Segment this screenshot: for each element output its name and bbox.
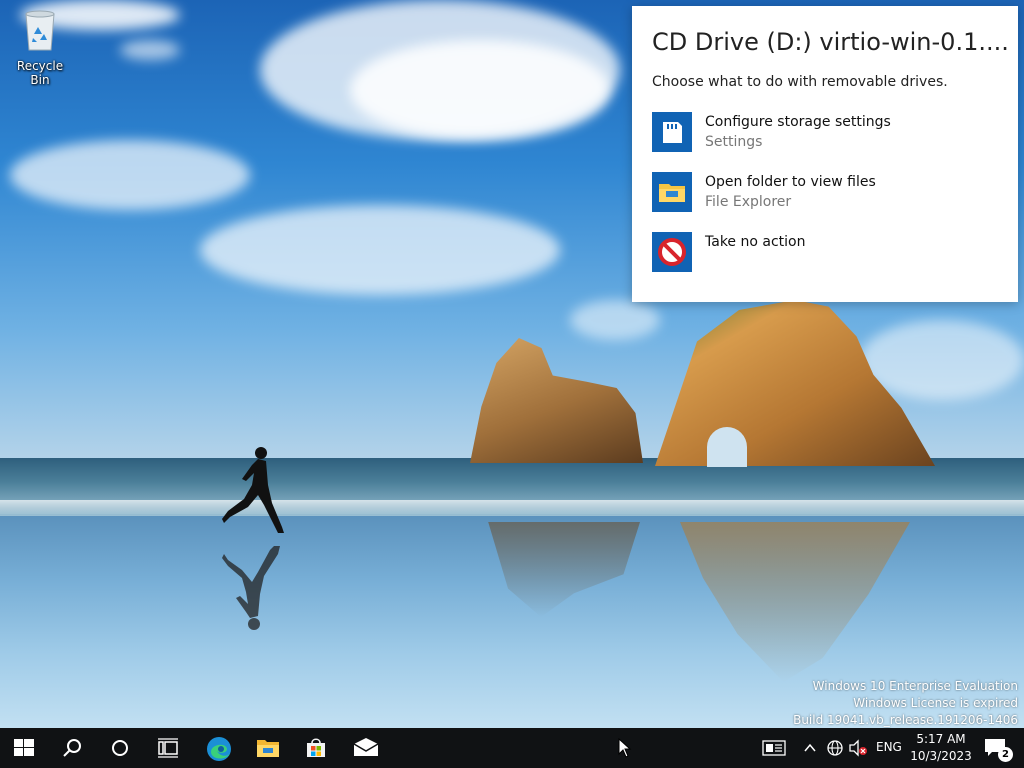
option-label: Take no action (705, 234, 806, 250)
rock-arch (707, 427, 747, 467)
no-action-icon (652, 232, 692, 272)
task-view-button[interactable] (144, 728, 192, 768)
sd-card-icon (652, 112, 692, 152)
option-label: Open folder to view files (705, 174, 876, 190)
show-hidden-icons-button[interactable] (802, 728, 818, 768)
cloud (10, 140, 250, 210)
recycle-bin-label: Recycle Bin (16, 59, 64, 87)
option-sublabel: Settings (705, 134, 763, 150)
file-explorer-taskbar-button[interactable] (243, 728, 291, 768)
action-center-button[interactable]: 2 (980, 728, 1020, 768)
mail-icon (353, 738, 379, 756)
autoplay-notification: CD Drive (D:) virtio-win-0.1.... Choose … (632, 6, 1018, 302)
autoplay-option-take-no-action[interactable]: Take no action (652, 232, 1002, 278)
cloud (120, 40, 180, 60)
mouse-cursor-icon (618, 738, 632, 758)
store-taskbar-button[interactable] (292, 728, 340, 768)
news-icon (762, 740, 786, 756)
mail-taskbar-button[interactable] (341, 728, 389, 768)
input-language-indicator[interactable]: ENG (876, 740, 902, 754)
clock-time: 5:17 AM (916, 732, 966, 746)
taskbar: ENG 5:17 AM 10/3/2023 2 (0, 728, 1024, 768)
network-globe-icon (827, 740, 843, 756)
option-sublabel: File Explorer (705, 194, 792, 210)
autoplay-option-open-folder[interactable]: Open folder to view files File Explorer (652, 172, 1002, 218)
start-button[interactable] (0, 728, 48, 768)
folder-icon (652, 172, 692, 212)
cortana-icon (112, 740, 128, 756)
task-view-icon (158, 738, 178, 758)
windows-watermark: Windows 10 Enterprise Evaluation Windows… (793, 678, 1018, 729)
runner-silhouette (222, 447, 284, 533)
cloud (570, 300, 660, 340)
cortana-button[interactable] (96, 728, 144, 768)
autoplay-title: CD Drive (D:) virtio-win-0.1.... (652, 28, 1009, 56)
option-label: Configure storage settings (705, 114, 891, 130)
edge-icon (207, 737, 231, 761)
clock-date: 10/3/2023 (910, 749, 972, 763)
network-status-button[interactable] (826, 728, 846, 768)
recycle-bin-icon (25, 10, 55, 51)
edge-taskbar-button[interactable] (194, 728, 242, 768)
cloud (350, 40, 610, 140)
start-icon (14, 739, 34, 756)
runner-reflection (222, 546, 280, 630)
autoplay-subtitle: Choose what to do with removable drives. (652, 74, 948, 90)
search-icon (63, 739, 81, 757)
chevron-up-icon (804, 743, 816, 752)
watermark-edition: Windows 10 Enterprise Evaluation (812, 679, 1018, 693)
notification-count-badge: 2 (998, 747, 1013, 762)
search-button[interactable] (48, 728, 96, 768)
volume-muted-icon (849, 739, 867, 757)
news-widget-button[interactable] (762, 728, 788, 768)
watermark-license: Windows License is expired (853, 696, 1018, 710)
watermark-build: Build 19041.vb_release.191206-1406 (793, 713, 1018, 727)
autoplay-option-configure-storage[interactable]: Configure storage settings Settings (652, 112, 1002, 158)
volume-button[interactable] (848, 728, 868, 768)
wallpaper-foam (0, 500, 1024, 514)
file-explorer-icon (257, 740, 279, 757)
store-icon (307, 738, 325, 757)
cloud (200, 205, 560, 295)
taskbar-clock[interactable]: 5:17 AM 10/3/2023 (908, 731, 974, 765)
recycle-bin-desktop-icon[interactable]: Recycle Bin (6, 8, 74, 87)
